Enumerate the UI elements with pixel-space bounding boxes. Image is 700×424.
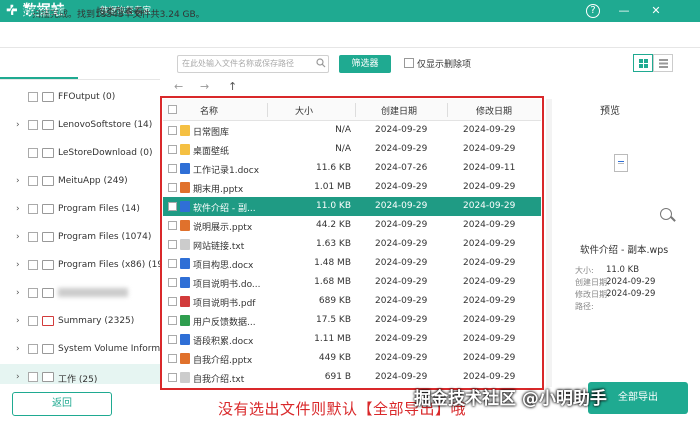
tree-item[interactable]: LeStoreDownload (0) xyxy=(0,140,160,168)
tree-item[interactable]: › Summary (2325) xyxy=(0,308,160,336)
folder-icon xyxy=(42,372,54,382)
folder-icon xyxy=(42,204,54,214)
tree-item-checkbox[interactable] xyxy=(28,176,38,186)
tree-item-checkbox[interactable] xyxy=(28,344,38,354)
chevron-right-icon[interactable]: › xyxy=(16,372,20,382)
tree-item-label: System Volume Informat xyxy=(58,344,160,354)
tree-item-label: Program Files (x86) (1976 xyxy=(58,260,160,270)
list-view-button[interactable] xyxy=(653,54,673,72)
navigation-row: ← → ↑ xyxy=(166,78,546,96)
annotation-highlight-box xyxy=(160,96,544,390)
tree-item-checkbox[interactable] xyxy=(28,316,38,326)
chevron-right-icon[interactable]: › xyxy=(16,176,20,186)
folder-icon xyxy=(42,176,54,186)
tree-item[interactable]: › Program Files (1074) xyxy=(0,224,160,252)
tree-item-label: Summary (2325) xyxy=(58,316,135,326)
tab-view-by-type[interactable]: 按类型查看 xyxy=(96,4,144,18)
zoom-icon-handle xyxy=(670,216,676,222)
scan-status-bar xyxy=(0,22,700,48)
chevron-right-icon[interactable]: › xyxy=(16,316,20,326)
tree-item-checkbox[interactable] xyxy=(28,232,38,242)
folder-icon xyxy=(42,120,54,130)
tree-item[interactable]: › xyxy=(0,280,160,308)
tree-item-checkbox[interactable] xyxy=(28,148,38,158)
tree-item-label xyxy=(58,288,128,297)
folder-icon xyxy=(42,260,54,270)
tree-item-label: Program Files (1074) xyxy=(58,232,152,242)
tree-item-label: FFOutput (0) xyxy=(58,92,116,102)
scrollbar[interactable] xyxy=(546,99,552,387)
tree-item-label: LeStoreDownload (0) xyxy=(58,148,153,158)
show-deleted-only-label: 仅显示删除项 xyxy=(417,60,472,70)
tree-item-checkbox[interactable] xyxy=(28,92,38,102)
chevron-right-icon[interactable]: › xyxy=(16,260,20,270)
preview-field-value: 11.0 KB xyxy=(606,265,640,275)
chevron-right-icon[interactable]: › xyxy=(16,288,20,298)
folder-icon xyxy=(42,92,54,102)
preview-field-label: 路径: xyxy=(575,302,594,311)
tree-item[interactable]: › MeituApp (249) xyxy=(0,168,160,196)
folder-icon xyxy=(42,148,54,158)
preview-field-label: 创建日期: xyxy=(575,278,610,287)
preview-field-value: 2024-09-29 xyxy=(606,277,656,287)
filter-button[interactable]: 筛选器 xyxy=(339,55,391,73)
tree-item-checkbox[interactable] xyxy=(28,372,38,382)
grid-view-button[interactable] xyxy=(633,54,653,72)
tree-item[interactable]: › Program Files (x86) (1976 xyxy=(0,252,160,280)
close-icon[interactable]: ✕ xyxy=(648,3,664,19)
search-icon[interactable] xyxy=(316,58,326,71)
tree-item-checkbox[interactable] xyxy=(28,204,38,214)
preview-filename: 软件介绍 - 副本.wps xyxy=(580,245,669,256)
tree-item-label: Program Files (14) xyxy=(58,204,140,214)
search-input[interactable]: 在此处输入文件名称或保存路径 xyxy=(177,55,329,73)
folder-icon xyxy=(42,344,54,354)
minimize-icon[interactable]: — xyxy=(616,3,632,19)
chevron-right-icon[interactable]: › xyxy=(16,232,20,242)
help-icon[interactable]: ? xyxy=(586,4,600,18)
show-deleted-only-checkbox[interactable] xyxy=(404,58,414,68)
tree-item-label: MeituApp (249) xyxy=(58,176,128,186)
folder-tree: FFOutput (0) › LenovoSoftstore (14) LeStore… xyxy=(0,84,160,384)
tree-item[interactable]: FFOutput (0) xyxy=(0,84,160,112)
document-icon xyxy=(614,154,628,172)
divider xyxy=(0,79,160,80)
tab-view-by-path[interactable]: 按路径查看 xyxy=(18,4,66,18)
folder-icon xyxy=(42,232,54,242)
chevron-right-icon[interactable]: › xyxy=(16,204,20,214)
tree-item-checkbox[interactable] xyxy=(28,288,38,298)
tree-item-checkbox[interactable] xyxy=(28,120,38,130)
folder-icon xyxy=(42,316,54,326)
tree-item[interactable]: › System Volume Informat xyxy=(0,336,160,364)
watermark: 掘金技术社区 @小明助手 xyxy=(414,389,607,409)
tree-item[interactable]: › LenovoSoftstore (14) xyxy=(0,112,160,140)
preview-field-value: 2024-09-29 xyxy=(606,289,656,299)
preview-field-label: 修改日期: xyxy=(575,290,610,299)
chevron-right-icon[interactable]: › xyxy=(16,344,20,354)
tree-item-label: LenovoSoftstore (14) xyxy=(58,120,153,130)
preview-title: 预览 xyxy=(600,106,620,117)
preview-field-label: 大小: xyxy=(575,266,594,275)
folder-icon xyxy=(42,288,54,298)
tree-item[interactable]: › Program Files (14) xyxy=(0,196,160,224)
forward-arrow-icon[interactable]: → xyxy=(200,80,209,93)
tree-item[interactable]: › 工作 (25) xyxy=(0,364,160,384)
back-arrow-icon[interactable]: ← xyxy=(174,80,183,93)
back-button[interactable]: 返回 xyxy=(12,392,112,416)
tree-item-checkbox[interactable] xyxy=(28,260,38,270)
up-arrow-icon[interactable]: ↑ xyxy=(228,80,237,93)
chevron-right-icon[interactable]: › xyxy=(16,120,20,130)
tree-item-label: 工作 (25) xyxy=(58,375,98,384)
